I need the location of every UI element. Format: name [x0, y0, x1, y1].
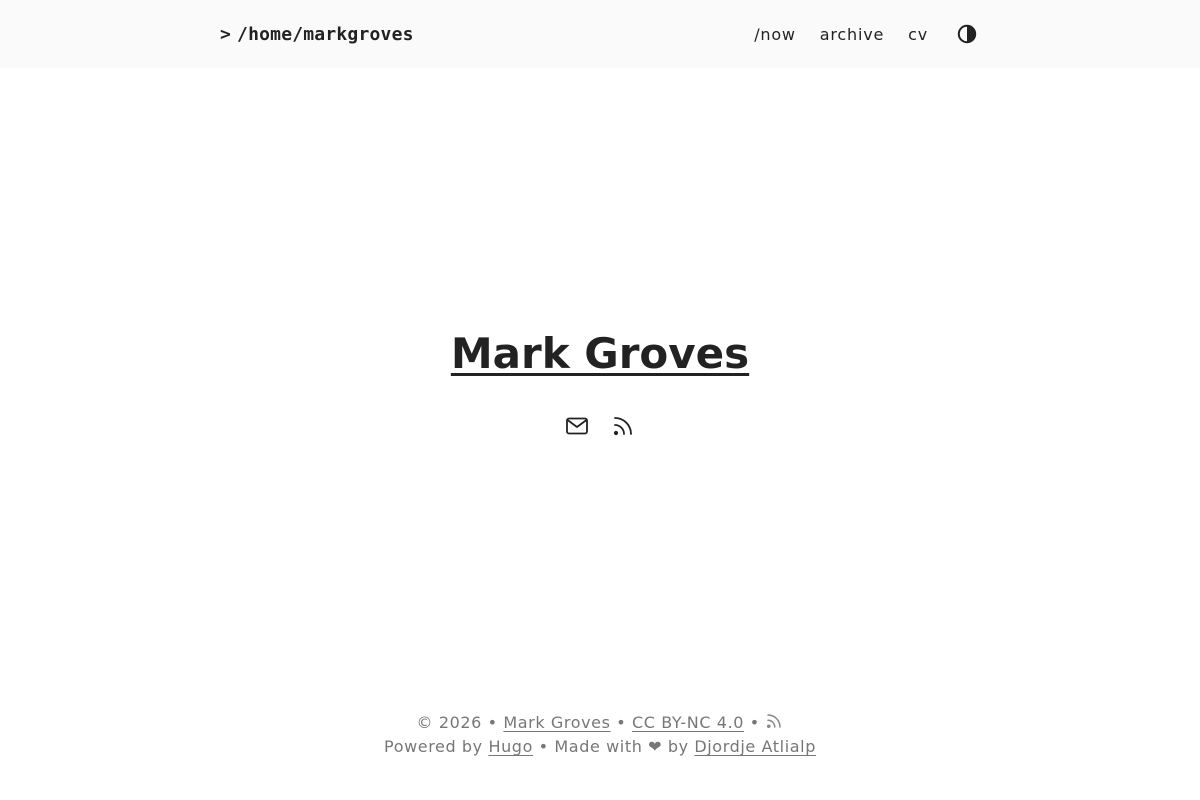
nav-link-now[interactable]: /now — [754, 25, 796, 44]
separator: • — [538, 737, 549, 756]
site-logo[interactable]: > /home/markgroves — [220, 21, 414, 47]
theme-toggle-button[interactable] — [956, 23, 978, 45]
nav-link-archive[interactable]: archive — [820, 25, 884, 44]
powered-by-text: Powered by — [384, 737, 483, 756]
footer-author-link[interactable]: Mark Groves — [503, 713, 610, 732]
theme-author-link[interactable]: Djordje Atlialp — [694, 737, 816, 756]
main-nav: /now archive cv — [754, 20, 978, 48]
logo-prompt: > — [220, 23, 232, 45]
nav-link-cv[interactable]: cv — [908, 25, 928, 44]
site-header: > /home/markgroves /now archive cv — [0, 0, 1200, 68]
contrast-icon — [957, 24, 977, 44]
rss-link[interactable] — [611, 414, 635, 438]
footer-line-2: Powered by Hugo • Made with ❤ by Djordje… — [0, 735, 1200, 759]
license-link[interactable]: CC BY-NC 4.0 — [632, 713, 744, 732]
made-with-text: Made with — [554, 737, 643, 756]
separator: • — [749, 713, 760, 732]
rss-icon — [767, 714, 782, 729]
page-title[interactable]: Mark Groves — [451, 326, 749, 382]
mail-icon — [566, 417, 588, 435]
email-link[interactable] — [565, 414, 589, 438]
social-links — [0, 414, 1200, 438]
hugo-link[interactable]: Hugo — [488, 737, 533, 756]
heart-icon: ❤ — [648, 737, 663, 756]
footer-line-1: © 2026 • Mark Groves • CC BY-NC 4.0 • — [0, 711, 1200, 735]
copyright: © 2026 — [416, 713, 482, 732]
logo-text: /home/markgroves — [237, 23, 414, 45]
site-footer: © 2026 • Mark Groves • CC BY-NC 4.0 • Po… — [0, 711, 1200, 759]
separator: • — [616, 713, 627, 732]
separator: • — [487, 713, 498, 732]
footer-rss-link[interactable] — [765, 713, 783, 732]
by-text: by — [667, 737, 689, 756]
hero: Mark Groves — [0, 326, 1200, 382]
rss-icon — [613, 417, 632, 436]
